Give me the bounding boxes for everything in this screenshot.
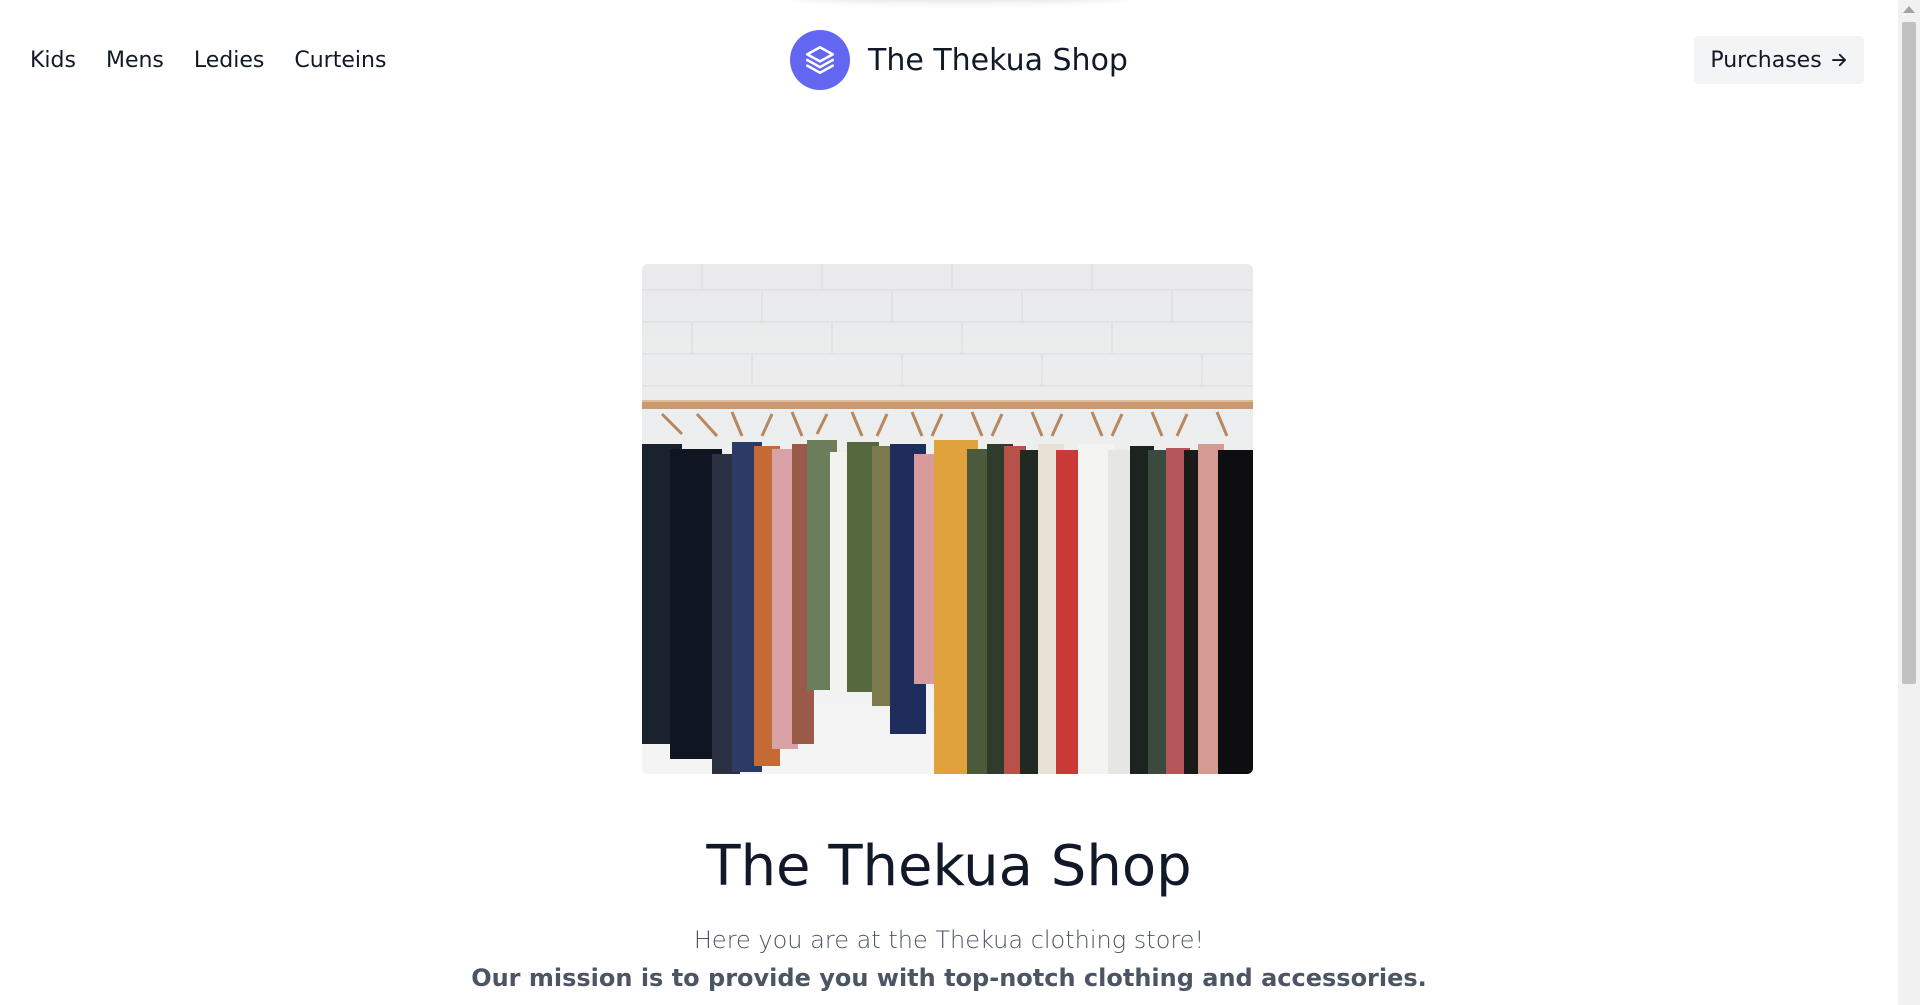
hero-title: The Thekua Shop: [706, 834, 1192, 899]
main-nav: Kids Mens Ledies Curteins: [30, 44, 386, 78]
purchases-label: Purchases: [1710, 47, 1822, 73]
brand[interactable]: The Thekua Shop: [790, 30, 1128, 90]
hero-mission: Our mission is to provide you with top-n…: [471, 964, 1427, 992]
main-content: Kids Mens Ledies Curteins The Thekua Sho…: [0, 0, 1898, 1005]
nav-link-kids[interactable]: Kids: [30, 44, 76, 78]
scroll-up-icon[interactable]: [1903, 6, 1915, 13]
purchases-button[interactable]: Purchases: [1694, 36, 1864, 84]
nav-link-curteins[interactable]: Curteins: [294, 44, 386, 78]
arrow-right-icon: [1830, 51, 1848, 69]
brand-name: The Thekua Shop: [868, 42, 1128, 78]
hero-subtitle: Here you are at the Thekua clothing stor…: [693, 926, 1205, 954]
page: Kids Mens Ledies Curteins The Thekua Sho…: [0, 0, 1920, 1005]
layers-icon: [790, 30, 850, 90]
hero-image: [642, 264, 1253, 774]
vertical-scrollbar[interactable]: [1898, 0, 1920, 1005]
nav-link-mens[interactable]: Mens: [106, 44, 164, 78]
nav-link-ledies[interactable]: Ledies: [194, 44, 264, 78]
scrollbar-thumb[interactable]: [1902, 22, 1916, 684]
